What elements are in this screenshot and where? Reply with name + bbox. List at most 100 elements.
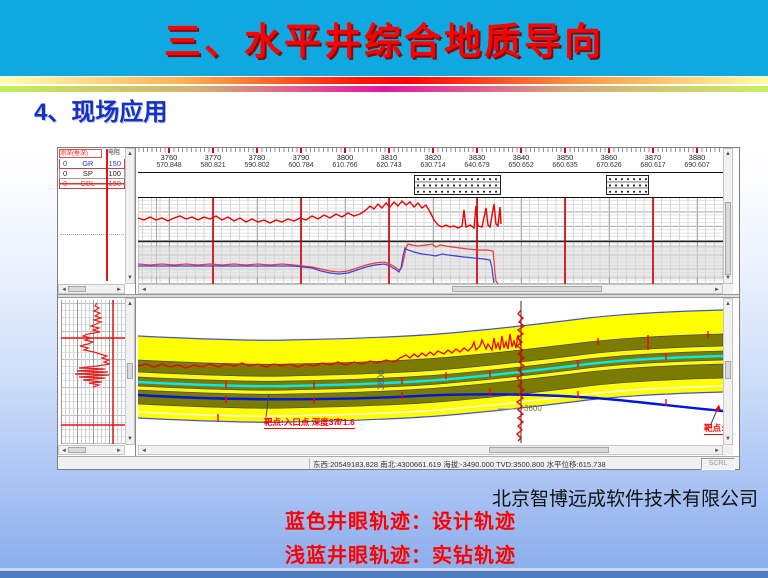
ruler-tick: 3770580.821 [191, 153, 235, 169]
ruler-vd-label: 570.848 [147, 162, 191, 169]
coordinate-readout: 东西:20549183.828 南北:4300661.619 海拔:-3490.… [313, 459, 606, 470]
cross-section-horizontal-scrollbar[interactable]: ◄ ► [138, 445, 723, 455]
caption-design-trajectory: 蓝色井眼轨迹：设计轨迹 [285, 505, 516, 534]
ruler-vd-label: 660.635 [543, 162, 587, 169]
log-grid [138, 198, 723, 284]
ruler-vd-label: 620.743 [367, 162, 411, 169]
ruler-tick: 3870680.617 [631, 153, 675, 169]
curve-legend-row: 0CBL150 [59, 179, 125, 189]
ruler-major-tick-mark [432, 148, 434, 153]
horizontal-log-track: 3760570.8483770580.8213780590.8023790600… [138, 148, 723, 294]
ruler-major-tick-mark [652, 148, 654, 153]
curve-max: 150 [108, 159, 121, 168]
ruler-tick: 3850660.635 [543, 153, 587, 169]
gr-curve [138, 201, 501, 228]
curve-min: 0 [63, 159, 67, 168]
depth-label-3800: 3800 [376, 370, 386, 390]
ruler-tick: 3830640.679 [455, 153, 499, 169]
scroll-up-icon[interactable]: ▲ [724, 301, 732, 307]
perforation-interval-marker [414, 175, 501, 195]
company-name: 北京智博远成软件技术有限公司 [492, 484, 758, 511]
ruler-tick: 3880690.607 [675, 153, 719, 169]
ruler-major-tick-mark [520, 148, 522, 153]
scrollbar-thumb[interactable] [725, 361, 731, 379]
curve-name: GR [82, 159, 93, 168]
legend-horizontal-scrollbar[interactable]: ◄ ► [58, 284, 125, 294]
ruler-major-tick-mark [256, 148, 258, 153]
scroll-left-icon[interactable]: ◄ [60, 448, 68, 454]
ruler-major-tick-mark [476, 148, 478, 153]
ruler-md-label: 3770 [191, 153, 235, 162]
status-bar: 东西:20549183.828 南北:4300661.619 海拔:-3490.… [58, 456, 739, 469]
ruler-major-tick-mark [608, 148, 610, 153]
ruler-major-tick-mark [300, 148, 302, 153]
ruler-md-label: 3780 [235, 153, 279, 162]
scroll-up-icon[interactable]: ▲ [126, 301, 134, 307]
scrollbar-thumb[interactable] [489, 447, 609, 453]
curve-name: CBL [81, 179, 96, 188]
vertical-gr-curve [75, 303, 110, 387]
scroll-up-icon[interactable]: ▲ [126, 151, 134, 157]
legend-vertical-scrollbar[interactable]: ▲ ▼ [125, 148, 135, 284]
ruler-md-label: 3760 [147, 153, 191, 162]
scroll-down-icon[interactable]: ▼ [126, 436, 134, 442]
cross-section-vertical-scrollbar[interactable]: ▲ ▼ [723, 298, 733, 445]
ruler-minor-ticks [138, 148, 723, 152]
perforation-interval-marker [606, 175, 649, 195]
scrollbar-corner [723, 445, 733, 455]
ruler-vd-label: 640.679 [455, 162, 499, 169]
scroll-up-icon[interactable]: ▲ [724, 151, 732, 157]
ruler-tick: 3760570.848 [147, 153, 191, 169]
ruler-tick: 3800610.766 [323, 153, 367, 169]
scrollbar-thumb[interactable] [127, 363, 133, 379]
scrollbar-thumb[interactable] [68, 447, 86, 453]
presentation-slide: 三、水平井综合地质导向 4、现场应用 测深(垂深) 电阻 0GR1500SP10… [0, 0, 768, 578]
track-horizontal-scrollbar[interactable]: ◄ ► [138, 284, 723, 294]
cross-section-panel: 3800 3600 靶点:入口点 深度3771.6 靶点: ◄ ► [138, 298, 723, 456]
scrollbar-corner [723, 284, 733, 294]
scroll-left-icon[interactable]: ◄ [60, 287, 68, 293]
scroll-down-icon[interactable]: ▼ [724, 275, 732, 281]
log-vertical-scrollbar[interactable]: ▲ ▼ [125, 298, 135, 445]
scroll-right-icon[interactable]: ► [115, 287, 123, 293]
scrollbar-thumb[interactable] [452, 286, 602, 292]
title-bar: 三、水平井综合地质导向 [0, 0, 768, 76]
ruler-md-label: 3810 [367, 153, 411, 162]
log-horizontal-scrollbar[interactable]: ◄ ► [58, 445, 125, 455]
vertical-log-panel: ▲ ▼ ◄ ► [58, 298, 136, 456]
target-point-annotation: 靶点: [704, 423, 723, 435]
rainbow-stripe-top [0, 77, 768, 84]
vertical-log-overlay [61, 300, 126, 444]
ruler-vd-label: 600.784 [279, 162, 323, 169]
scroll-right-icon[interactable]: ► [115, 448, 123, 454]
scroll-down-icon[interactable]: ▼ [126, 275, 134, 281]
ruler-tick: 3860670.626 [587, 153, 631, 169]
ruler-vd-label: 580.821 [191, 162, 235, 169]
scroll-left-icon[interactable]: ◄ [140, 448, 148, 454]
vertical-log-grid [61, 300, 126, 444]
scroll-left-icon[interactable]: ◄ [140, 287, 148, 293]
ruler-vd-label: 680.617 [631, 162, 675, 169]
ruler-vd-label: 610.766 [323, 162, 367, 169]
curve-name: SP [83, 169, 93, 178]
ruler-md-label: 3850 [543, 153, 587, 162]
ruler-md-label: 3790 [279, 153, 323, 162]
slide-title: 三、水平井综合地质导向 [164, 11, 604, 65]
ruler-vd-label: 690.607 [675, 162, 719, 169]
cross-section-canvas [138, 298, 723, 445]
ruler-md-label: 3830 [455, 153, 499, 162]
scrollbar-thumb[interactable] [725, 202, 731, 275]
ruler-vd-label: 590.802 [235, 162, 279, 169]
ruler-major-tick-mark [388, 148, 390, 153]
track-vertical-scrollbar[interactable]: ▲ ▼ [723, 148, 733, 284]
entry-point-annotation: 靶点:入口点 深度3771.6 [264, 417, 355, 429]
scroll-right-icon[interactable]: ► [713, 448, 721, 454]
scroll-down-icon[interactable]: ▼ [724, 436, 732, 442]
ruler-md-label: 3860 [587, 153, 631, 162]
scrollbar-thumb[interactable] [68, 286, 86, 292]
ruler-major-tick-mark [344, 148, 346, 153]
ruler-major-tick-mark [564, 148, 566, 153]
curve-legend-rows: 0GR1500SP1000CBL150 [59, 159, 125, 189]
legend-header-depth: 测深(垂深) [59, 149, 102, 158]
scroll-right-icon[interactable]: ► [713, 287, 721, 293]
